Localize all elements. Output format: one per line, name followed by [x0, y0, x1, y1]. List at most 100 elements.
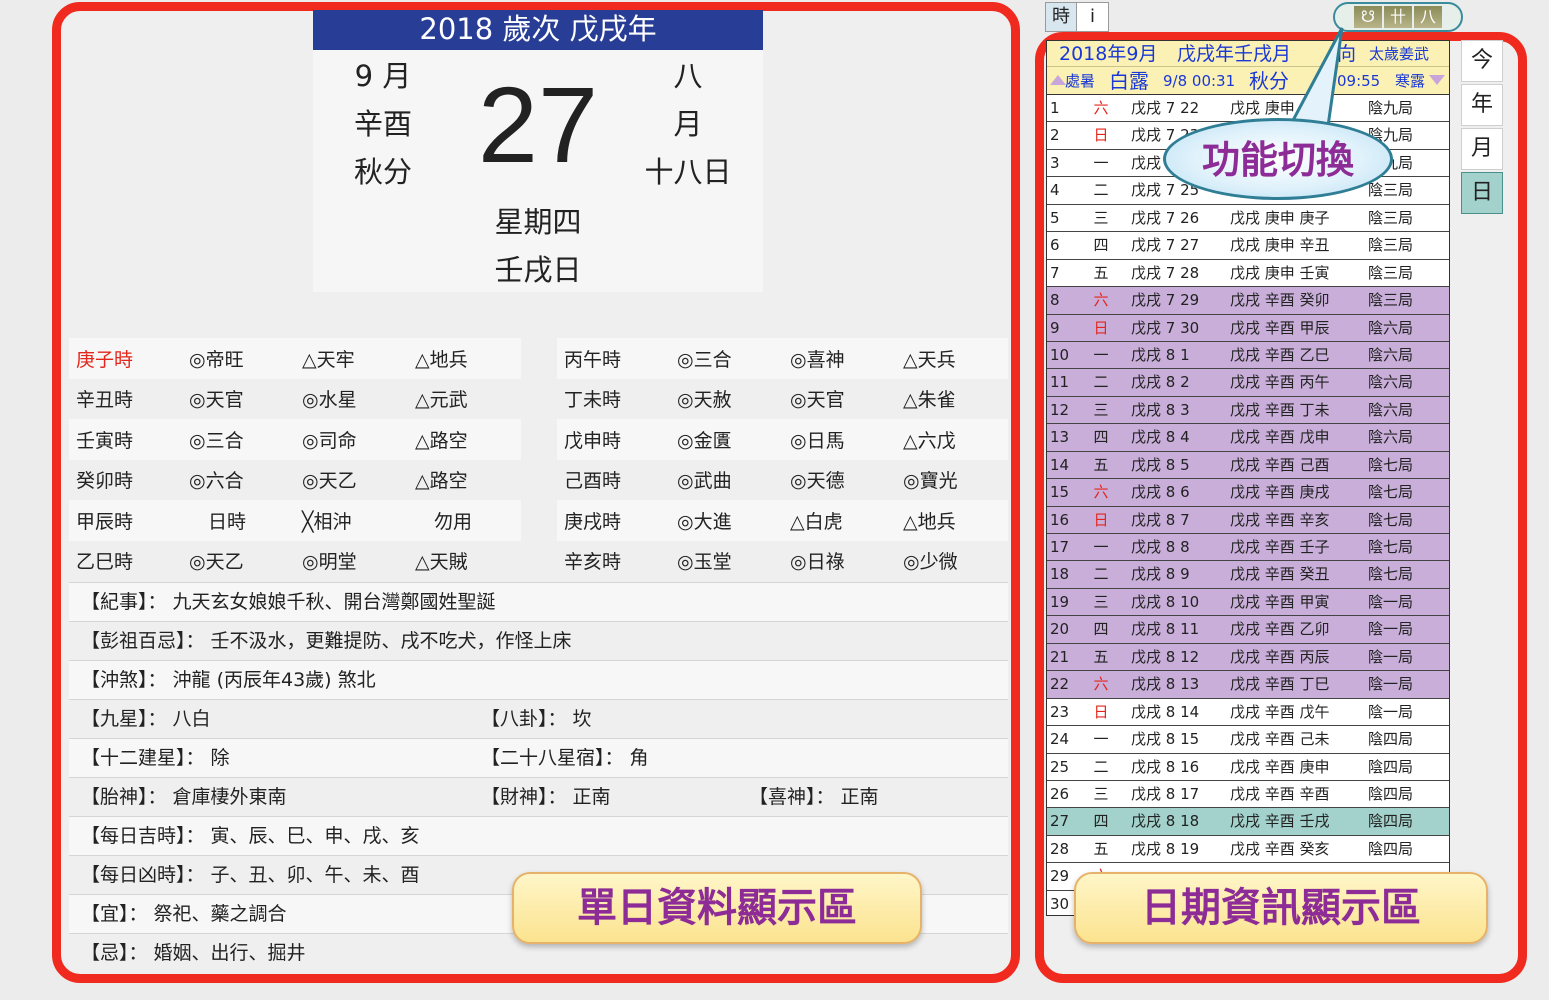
hour-name: 庚子時	[76, 348, 134, 371]
gregorian-month: 9 月	[354, 59, 412, 93]
lunar-date: 戊戌 8 3	[1131, 400, 1190, 419]
month-day-row[interactable]: 10 一 戊戌 8 1 戊戌 辛酉 乙巳 陰六局	[1047, 341, 1449, 370]
lunar-day: 十八日	[644, 155, 732, 189]
term-1-time: 9/8 00:31	[1163, 72, 1236, 90]
hour-star: △地兵	[415, 348, 468, 371]
dipper-icon[interactable]: 卄	[1384, 6, 1412, 28]
month-day-row[interactable]: 24 一 戊戌 8 15 戊戌 辛酉 己未 陰四局	[1047, 726, 1449, 754]
month-day-row[interactable]: 12 三 戊戌 8 3 戊戌 辛酉 丁未 陰六局	[1047, 396, 1449, 425]
ju: 陰七局	[1368, 510, 1414, 529]
hour-star: △元武	[415, 389, 468, 412]
weekday: 一	[1093, 730, 1109, 749]
month-day-row[interactable]: 14 五 戊戌 8 5 戊戌 辛酉 己酉 陰七局	[1047, 451, 1449, 480]
ganzhi: 戊戌 辛酉 丁巳	[1230, 675, 1330, 694]
lunar-date: 戊戌 7 30	[1131, 318, 1200, 337]
month-day-row[interactable]: 17 一 戊戌 8 8 戊戌 辛酉 壬子 陰七局	[1047, 534, 1449, 562]
hour-name: 甲辰時	[76, 510, 134, 533]
month-day-row[interactable]: 28 五 戊戌 8 19 戊戌 辛酉 癸亥 陰四局	[1047, 835, 1449, 864]
month-day-row[interactable]: 8 六 戊戌 7 29 戊戌 辛酉 癸卯 陰三局	[1047, 287, 1449, 315]
hour-star: △路空	[415, 429, 468, 452]
weekday: 日	[1093, 318, 1109, 337]
month-day-row[interactable]: 1 六戊戌 7 22 戊戌 庚申 庚辰 陰九局	[1047, 95, 1449, 123]
hour-star: △白虎	[790, 510, 843, 533]
hour-star: △天牢	[302, 348, 355, 371]
ju: 陰七局	[1368, 483, 1414, 502]
next-term: 寒露	[1395, 72, 1426, 90]
hour-button[interactable]: 時	[1046, 3, 1077, 31]
ganzhi: 戊戌 辛酉 癸亥	[1230, 839, 1330, 858]
month-day-row[interactable]: 27 四 戊戌 8 18 戊戌 辛酉 壬戌 陰四局	[1047, 808, 1449, 836]
month-day-row[interactable]: 19 三 戊戌 8 10 戊戌 辛酉 甲寅 陰一局	[1047, 588, 1449, 617]
prev-month-arrow-icon[interactable]	[1050, 75, 1066, 85]
weekday: 日	[1093, 702, 1109, 721]
bagua-icon[interactable]: 八	[1414, 6, 1442, 28]
month-day-row[interactable]: 13 四 戊戌 8 4 戊戌 辛酉 戊申 陰六局	[1047, 424, 1449, 452]
month-day-row[interactable]: 22 六 戊戌 8 13 戊戌 辛酉 丁巳 陰一局	[1047, 671, 1449, 699]
month-day-row[interactable]: 25 二 戊戌 8 16 戊戌 辛酉 庚申 陰四局	[1047, 753, 1449, 781]
hour-name: 丁未時	[564, 389, 622, 412]
ju: 陰一局	[1368, 702, 1414, 721]
info-row: 【彭祖百忌】： 壬不汲水，更難提防、戌不吃犬，作怪上床	[69, 621, 1008, 660]
month-ganzhi: 辛酉	[353, 107, 412, 141]
ganzhi: 戊戌 辛酉 癸丑	[1230, 565, 1330, 584]
month-day-row[interactable]: 21 五 戊戌 8 12 戊戌 辛酉 丙辰 陰一局	[1047, 643, 1449, 672]
ganzhi: 戊戌 辛酉 庚申	[1230, 757, 1330, 776]
weekday: 二	[1093, 181, 1109, 200]
year-header: 2018 歲次 戊戌年	[313, 10, 763, 50]
month-day-row[interactable]: 20 四 戊戌 8 11 戊戌 辛酉 乙卯 陰一局	[1047, 616, 1449, 644]
weekday: 三	[1093, 400, 1109, 419]
lunar-date: 戊戌 8 2	[1131, 373, 1190, 392]
month-header-row-1: 2018年9月 戊戌年壬戌月 向 太歲姜武	[1047, 41, 1449, 67]
info-row: 【十二建星】： 除 【二十八星宿】： 角	[69, 738, 1008, 777]
weekday: 三	[1093, 592, 1109, 611]
hour-row: 己酉時 ◎武曲 ◎天德 ◎寶光	[557, 460, 1008, 501]
month-day-row[interactable]: 11 二 戊戌 8 2 戊戌 辛酉 丙午 陰六局	[1047, 369, 1449, 397]
info-button[interactable]: i	[1077, 3, 1108, 31]
month-day-row[interactable]: 15 六 戊戌 8 6 戊戌 辛酉 庚戌 陰七局	[1047, 479, 1449, 507]
lunar-date: 戊戌 8 9	[1131, 565, 1190, 584]
ganzhi: 戊戌 辛酉 己未	[1230, 730, 1330, 749]
single-day-panel: 2018 歲次 戊戌年 9 月 辛酉 秋分 27 八 月 十八日 星期四 壬戌日…	[62, 10, 1008, 973]
month-day-row[interactable]: 26 三 戊戌 8 17 戊戌 辛酉 辛酉 陰四局	[1047, 780, 1449, 809]
hour-name: 庚戌時	[564, 510, 622, 533]
ganzhi: 戊戌 辛酉 辛亥	[1230, 510, 1330, 529]
hour-star: ◎天乙	[302, 470, 357, 493]
hour-star: ◎三合	[189, 429, 244, 452]
hour-row: 庚子時 ◎帝旺 △天牢 △地兵	[69, 338, 521, 379]
today-button[interactable]: 今	[1461, 40, 1503, 82]
day-number: 8	[1050, 291, 1060, 310]
day-number: 1	[1050, 99, 1060, 117]
lunar-column: 八 月 十八日	[643, 52, 733, 196]
lunar-date: 戊戌 8 18	[1131, 812, 1200, 831]
single-day-area-label: 單日資料顯示區	[512, 872, 922, 944]
weekday: 日	[1093, 510, 1109, 529]
day-number: 12	[1050, 400, 1070, 419]
month-day-row[interactable]: 5 三 戊戌 7 26 戊戌 庚申 庚子 陰三局	[1047, 204, 1449, 233]
hour-row: 壬寅時 ◎三合 ◎司命 △路空	[69, 419, 521, 460]
day-number: 28	[1050, 839, 1070, 858]
ju: 陰三局	[1368, 263, 1414, 282]
month-day-row[interactable]: 9 日 戊戌 7 30 戊戌 辛酉 甲辰 陰六局	[1047, 314, 1449, 342]
hour-star: ◎六合	[189, 470, 244, 493]
year-view-button[interactable]: 年	[1461, 84, 1503, 126]
info-text: 【八卦】： 坎	[481, 708, 592, 730]
day-number: 23	[1050, 702, 1070, 721]
month-day-row[interactable]: 6 四 戊戌 7 27 戊戌 庚申 辛丑 陰三局	[1047, 232, 1449, 260]
hour-star: ◎三合	[677, 348, 732, 371]
next-month-arrow-icon[interactable]	[1429, 75, 1445, 85]
day-view-button[interactable]: 日	[1461, 172, 1503, 214]
weekday: 三	[1093, 208, 1109, 227]
lunar-date: 戊戌 8 7	[1131, 510, 1190, 529]
weekday: 四	[1093, 236, 1109, 255]
lunar-date: 戊戌 7 22	[1131, 99, 1200, 117]
month-view-button[interactable]: 月	[1461, 128, 1503, 170]
month-day-row[interactable]: 23 日 戊戌 8 14 戊戌 辛酉 戊午 陰一局	[1047, 698, 1449, 727]
hours-table-left: 庚子時 ◎帝旺 △天牢 △地兵 辛丑時 ◎天官 ◎水星 △元武 壬寅時 ◎三合 ◎司命 △路空 癸卯時 ◎…	[69, 338, 521, 581]
lunar-date: 戊戌 8 14	[1131, 702, 1200, 721]
month-day-row[interactable]: 16 日 戊戌 8 7 戊戌 辛酉 辛亥 陰七局	[1047, 506, 1449, 534]
hour-star: ╳相沖	[302, 510, 352, 533]
info-row: 【胎神】： 倉庫棲外東南 【財神】： 正南 【喜神】： 正南	[69, 777, 1008, 816]
hour-name: 辛亥時	[564, 551, 622, 574]
month-day-row[interactable]: 18 二 戊戌 8 9 戊戌 辛酉 癸丑 陰七局	[1047, 561, 1449, 589]
month-day-row[interactable]: 7 五 戊戌 7 28 戊戌 庚申 壬寅 陰三局	[1047, 259, 1449, 288]
